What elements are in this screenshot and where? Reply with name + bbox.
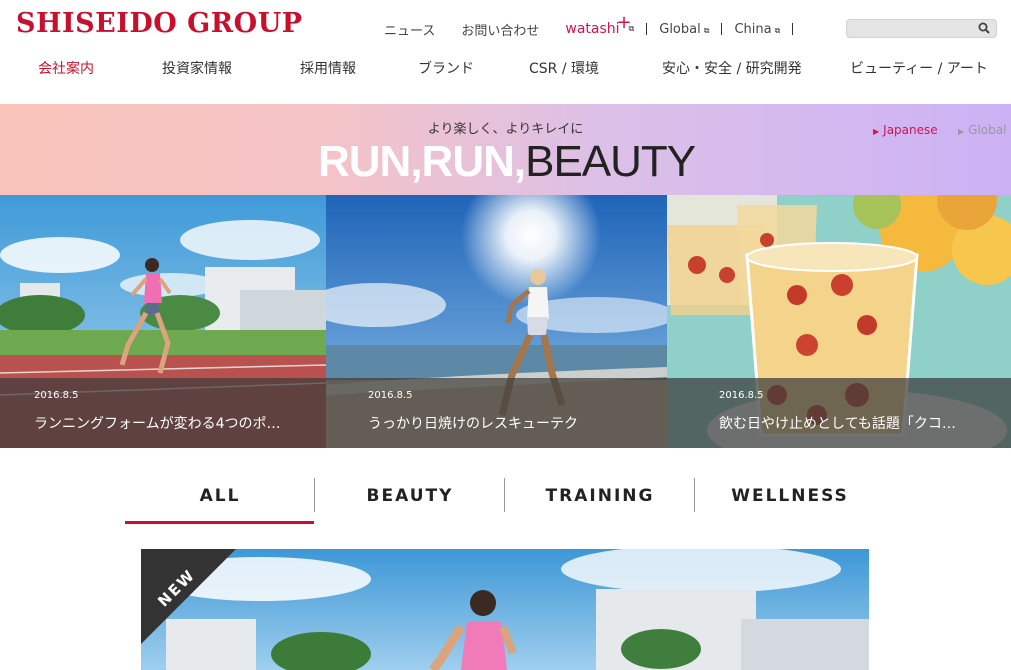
tab-all[interactable]: ALL xyxy=(125,478,315,524)
nav-brands[interactable]: ブランド xyxy=(418,58,474,78)
contact-link[interactable]: お問い合わせ xyxy=(461,20,539,39)
global-site-link[interactable]: Global ⧉ xyxy=(659,22,709,37)
tab-beauty[interactable]: BEAUTY xyxy=(315,478,505,524)
lang-japanese-label: Japanese xyxy=(883,123,938,137)
site-header: SHISEIDO GROUP ニュース お問い合わせ watashi + ⧉ Gl… xyxy=(0,0,1011,104)
tile-caption[interactable]: うっかり日焼けのレスキューテク xyxy=(368,413,578,433)
tile-caption[interactable]: 飲む日やけ止めとしても話題「クコ… xyxy=(719,413,956,433)
tab-training[interactable]: TRAINING xyxy=(505,478,695,524)
category-tabs: ALL BEAUTY TRAINING WELLNESS xyxy=(125,478,885,524)
shiseido-logo[interactable]: SHISEIDO GROUP xyxy=(16,8,303,39)
news-link[interactable]: ニュース xyxy=(384,20,435,39)
article-tile-sunburn-rescue[interactable] xyxy=(326,195,667,448)
search-icon[interactable] xyxy=(978,22,990,34)
triangle-right-icon: ▶ xyxy=(873,127,880,136)
tab-wellness[interactable]: WELLNESS xyxy=(695,478,885,524)
nav-csr[interactable]: CSR / 環境 xyxy=(529,58,599,78)
china-site-label: China xyxy=(734,21,772,37)
article-tile-running-form[interactable] xyxy=(0,195,326,448)
global-nav: 会社案内 投資家情報 採用情報 ブランド CSR / 環境 安心・安全 / 研究… xyxy=(0,58,1011,78)
tile-date: 2016.8.5 xyxy=(368,390,413,401)
nav-safety-research[interactable]: 安心・安全 / 研究開発 xyxy=(662,58,802,78)
tile-caption[interactable]: ランニングフォームが変わる4つのポ… xyxy=(34,413,281,433)
triangle-right-icon: ▶ xyxy=(958,127,965,136)
nav-beauty-art[interactable]: ビューティー / アート xyxy=(850,58,988,78)
watashi-link[interactable]: watashi + xyxy=(565,12,631,37)
tile-date: 2016.8.5 xyxy=(34,390,79,401)
nav-investors[interactable]: 投資家情報 xyxy=(162,58,232,78)
hero-title-run: RUN,RUN, xyxy=(318,137,526,186)
divider xyxy=(721,23,723,35)
divider xyxy=(792,23,794,35)
search-input[interactable] xyxy=(847,23,972,40)
nav-company[interactable]: 会社案内 xyxy=(38,58,94,78)
lang-global-link[interactable]: ▶ Global xyxy=(958,123,1006,137)
featured-article-image xyxy=(141,549,869,670)
global-site-label: Global xyxy=(659,21,701,37)
watashi-label: watashi xyxy=(565,21,620,37)
external-link-icon: ⧉ xyxy=(703,25,710,35)
hero-title: RUN,RUN,BEAUTY xyxy=(318,136,696,188)
utility-nav: ニュース お問い合わせ watashi + ⧉ Global ⧉ China ⧉ xyxy=(384,12,805,39)
external-link-icon: ⧉ xyxy=(774,25,781,35)
nav-careers[interactable]: 採用情報 xyxy=(300,58,356,78)
lang-japanese-link[interactable]: ▶ Japanese xyxy=(873,123,938,137)
featured-article[interactable]: NEW xyxy=(141,549,869,670)
china-site-link[interactable]: China ⧉ xyxy=(734,22,780,37)
search-box xyxy=(846,19,997,40)
hero-title-beauty: BEAUTY xyxy=(525,137,696,186)
divider xyxy=(646,23,648,35)
tile-date: 2016.8.5 xyxy=(719,390,764,401)
plus-icon: + xyxy=(616,12,632,33)
hero-banner: より楽しく、よりキレイに RUN,RUN,BEAUTY ▶ Japanese ▶ G… xyxy=(0,104,1011,195)
lang-global-label: Global xyxy=(968,123,1007,137)
article-tile-goji-drink[interactable] xyxy=(667,195,1011,448)
hero-tagline: より楽しく、よりキレイに xyxy=(427,122,584,137)
